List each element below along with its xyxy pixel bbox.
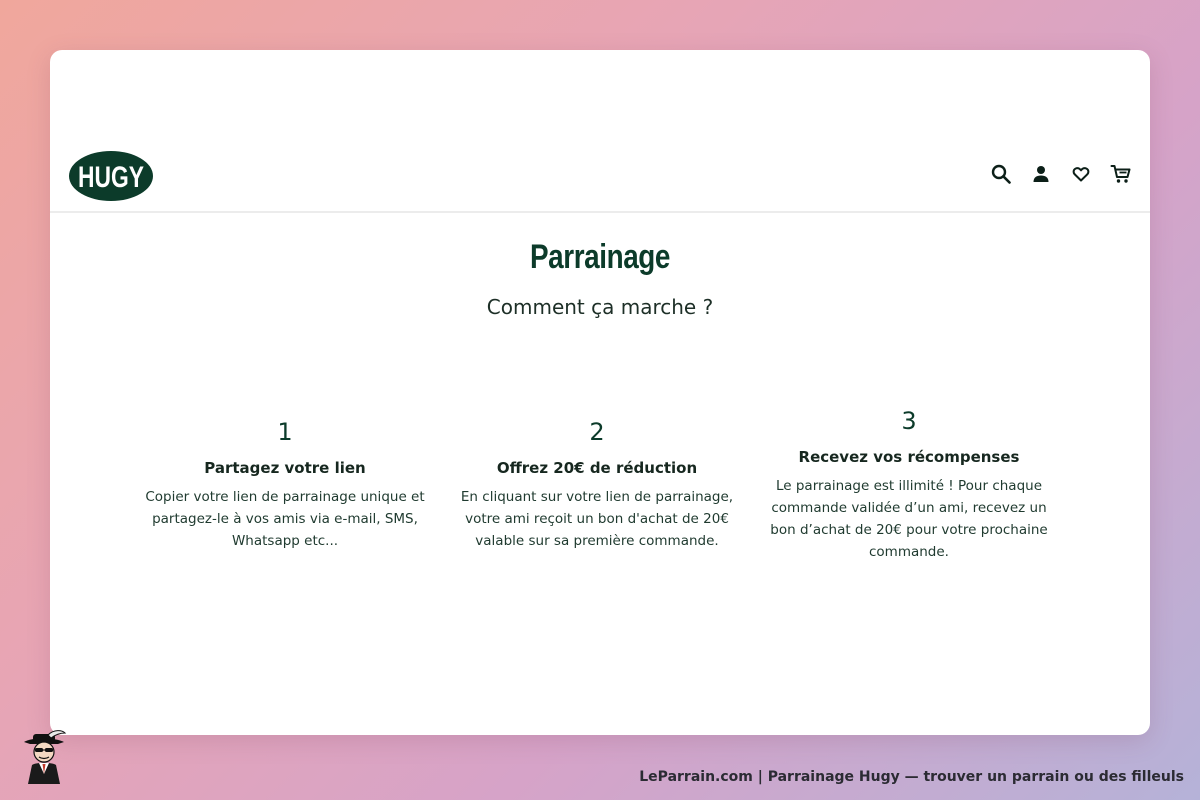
step-description: Le parrainage est illimité ! Pour chaque… (770, 478, 1048, 560)
page-title: Parrainage (529, 238, 671, 276)
step-card: 2 Offrez 20€ de réduction En cliquant su… (447, 418, 747, 552)
search-icon[interactable] (990, 163, 1012, 185)
step-number: 1 (277, 418, 293, 446)
mascot-icon (18, 728, 70, 784)
step-number: 3 (901, 407, 917, 435)
svg-text:HUGY: HUGY (78, 161, 144, 194)
step-title: Partagez votre lien (204, 459, 366, 477)
site-header: HUGY (50, 145, 1150, 213)
account-icon[interactable] (1030, 163, 1052, 185)
wishlist-icon[interactable] (1070, 163, 1092, 185)
step-card: 3 Recevez vos récompenses Le parrainage … (759, 407, 1059, 563)
step-number: 2 (589, 418, 605, 446)
header-nav (990, 163, 1132, 185)
step-title: Offrez 20€ de réduction (496, 459, 698, 477)
step-description: Copier votre lien de parrainage unique e… (145, 489, 425, 549)
hugy-logo-mark: HUGY (69, 151, 153, 201)
page-card: HUGY Parrainage Comment ça marche ? 1 Pa… (50, 50, 1150, 735)
cart-icon[interactable] (1110, 163, 1132, 185)
step-card: 1 Partagez votre lien Copier votre lien … (135, 418, 435, 552)
hugy-logo[interactable]: HUGY (68, 150, 154, 202)
page-subtitle: Comment ça marche ? (486, 295, 714, 319)
step-title: Recevez vos récompenses (798, 448, 1020, 466)
footer-caption: LeParrain.com | Parrainage Hugy — trouve… (639, 769, 1184, 785)
step-description: En cliquant sur votre lien de parrainage… (460, 489, 734, 549)
